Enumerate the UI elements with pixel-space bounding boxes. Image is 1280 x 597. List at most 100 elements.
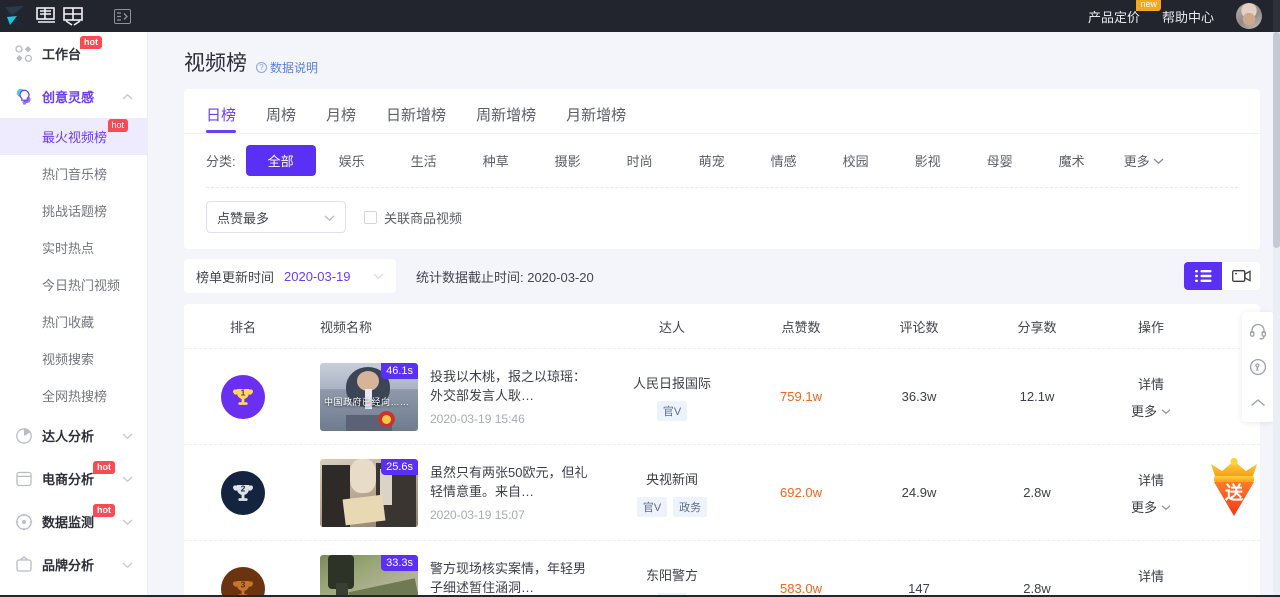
author-name[interactable]: 人民日报国际 bbox=[602, 373, 742, 392]
sidebar-collapse-icon[interactable] bbox=[110, 4, 134, 28]
wechat-qr-icon[interactable] bbox=[1247, 356, 1269, 378]
category-campus[interactable]: 校园 bbox=[820, 145, 892, 176]
video-thumbnail[interactable]: 46.1s 中国政府已经向…… bbox=[320, 363, 418, 431]
back-to-top-chevron-up-icon[interactable] bbox=[1247, 392, 1269, 414]
hot-badge: hot bbox=[80, 36, 102, 49]
video-title[interactable]: 投我以木桃，报之以琼瑶：外交部发言人耿… bbox=[430, 367, 598, 405]
sidebar-item-today-hot-video[interactable]: 今日热门视频 bbox=[0, 266, 147, 303]
video-title[interactable]: 虽然只有两张50欧元，但礼轻情意重。来自… bbox=[430, 463, 598, 501]
chevron-down-icon bbox=[373, 267, 384, 285]
sidebar-item-data-monitoring[interactable]: 数据监测 hot bbox=[0, 500, 147, 543]
category-life[interactable]: 生活 bbox=[388, 145, 460, 176]
column-header-ops: 操作 bbox=[1096, 317, 1206, 336]
more-dropdown[interactable]: 更多 bbox=[1131, 497, 1171, 516]
rank-update-date-select[interactable]: 榜单更新时间 2020-03-19 bbox=[184, 259, 396, 293]
category-film[interactable]: 影视 bbox=[892, 145, 964, 176]
sidebar-item-realtime-hotspot[interactable]: 实时热点 bbox=[0, 229, 147, 266]
sidebar-item-brand-analysis[interactable]: 品牌分析 bbox=[0, 543, 147, 586]
sidebar-item-workbench[interactable]: 工作台 hot bbox=[0, 32, 147, 75]
view-mode-toggle bbox=[1184, 262, 1260, 290]
user-avatar[interactable] bbox=[1236, 3, 1262, 29]
video-thumbnail[interactable]: 33.3s bbox=[320, 555, 418, 597]
tab-monthly[interactable]: 月榜 bbox=[326, 104, 356, 133]
chevron-down-icon bbox=[1161, 499, 1171, 514]
sidebar-item-video-search-label: 视频搜索 bbox=[42, 349, 94, 368]
category-fashion[interactable]: 时尚 bbox=[604, 145, 676, 176]
video-thumbnail[interactable]: 25.6s bbox=[320, 459, 418, 527]
author-name[interactable]: 东阳警方 bbox=[602, 565, 742, 584]
logo-mark-icon bbox=[4, 5, 30, 27]
category-zhongcao[interactable]: 种草 bbox=[460, 145, 532, 176]
category-mother-baby[interactable]: 母婴 bbox=[964, 145, 1036, 176]
category-filter-row: 分类: 全部 娱乐 生活 种草 摄影 时尚 萌宠 情感 校园 影视 母婴 魔术 … bbox=[184, 134, 1260, 187]
sidebar-item-influencer-analysis[interactable]: 达人分析 bbox=[0, 414, 147, 457]
author-cell: 央视新闻 官V 政务 bbox=[602, 469, 742, 517]
tab-daily[interactable]: 日榜 bbox=[206, 104, 236, 133]
hot-badge: hot bbox=[93, 504, 115, 517]
chevron-down-icon bbox=[122, 513, 133, 531]
tab-weekly[interactable]: 周榜 bbox=[266, 104, 296, 133]
shares-value: 2.8w bbox=[1023, 485, 1050, 500]
sidebar-item-influencer-analysis-label: 达人分析 bbox=[42, 426, 94, 445]
category-emotion[interactable]: 情感 bbox=[748, 145, 820, 176]
scrollbar-top-cap bbox=[1273, 0, 1280, 32]
video-meta: 投我以木桃，报之以琼瑶：外交部发言人耿… 2020-03-19 15:46 bbox=[430, 367, 598, 426]
logo-wordmark-icon bbox=[34, 5, 92, 27]
author-name[interactable]: 央视新闻 bbox=[602, 469, 742, 488]
top-link-help[interactable]: 帮助中心 bbox=[1162, 7, 1214, 26]
rank-badge-icon: 1 bbox=[221, 375, 265, 419]
category-more-button[interactable]: 更多 bbox=[1108, 145, 1180, 176]
lightbulb-icon bbox=[14, 87, 34, 107]
logo[interactable] bbox=[0, 5, 92, 27]
sidebar-item-inspiration[interactable]: 创意灵感 bbox=[0, 75, 147, 118]
linked-product-video-checkbox[interactable]: 关联商品视频 bbox=[364, 208, 462, 227]
detail-link[interactable]: 详情 bbox=[1138, 566, 1164, 585]
comments-cell: 24.9w bbox=[860, 484, 978, 502]
sidebar-item-video-search[interactable]: 视频搜索 bbox=[0, 340, 147, 377]
list-view-icon[interactable] bbox=[1184, 262, 1222, 290]
sidebar-item-web-hot-search-rank[interactable]: 全网热搜榜 bbox=[0, 377, 147, 414]
headset-service-icon[interactable] bbox=[1247, 320, 1269, 342]
tab-monthly-growth[interactable]: 月新增榜 bbox=[566, 104, 626, 133]
detail-link[interactable]: 详情 bbox=[1138, 470, 1164, 489]
sidebar-item-hot-favorites-label: 热门收藏 bbox=[42, 312, 94, 331]
promo-label: 送 bbox=[1224, 482, 1244, 503]
tab-daily-growth[interactable]: 日新增榜 bbox=[386, 104, 446, 133]
shares-value: 2.8w bbox=[1023, 581, 1050, 596]
data-note-link[interactable]: ? 数据说明 bbox=[256, 59, 318, 76]
rank-badge-icon: 2 bbox=[221, 471, 265, 515]
sidebar-item-ecommerce-analysis[interactable]: 电商分析 hot bbox=[0, 457, 147, 500]
category-entertainment[interactable]: 娱乐 bbox=[316, 145, 388, 176]
comments-value: 147 bbox=[908, 581, 930, 596]
table-row: 3 33.3s 警方现场核实案情，年轻男子细述暂住涵洞… 2020-03- bbox=[184, 540, 1260, 597]
category-magic[interactable]: 魔术 bbox=[1036, 145, 1108, 176]
category-label: 分类: bbox=[206, 151, 236, 170]
comments-cell: 36.3w bbox=[860, 388, 978, 406]
sort-select-value: 点赞最多 bbox=[217, 208, 269, 227]
scrollbar-thumb[interactable] bbox=[1273, 32, 1280, 248]
video-cell: 46.1s 中国政府已经向…… 投我以木桃，报之以琼瑶：外交部发言人耿… 202… bbox=[302, 363, 602, 431]
sidebar-item-ecommerce-analysis-label: 电商分析 hot bbox=[42, 469, 94, 488]
category-more-label: 更多 bbox=[1124, 151, 1150, 170]
tab-weekly-growth[interactable]: 周新增榜 bbox=[476, 104, 536, 133]
video-card-view-icon[interactable] bbox=[1222, 262, 1260, 290]
sidebar-item-hot-music-rank[interactable]: 热门音乐榜 bbox=[0, 155, 147, 192]
filter-card: 日榜 周榜 月榜 日新增榜 周新增榜 月新增榜 分类: 全部 娱乐 生活 种草 … bbox=[184, 89, 1260, 249]
detail-link[interactable]: 详情 bbox=[1138, 374, 1164, 393]
more-dropdown[interactable]: 更多 bbox=[1131, 401, 1171, 420]
sidebar-item-hot-video-rank[interactable]: 最火视频榜 hot bbox=[0, 118, 147, 155]
page-scrollbar[interactable] bbox=[1273, 32, 1280, 597]
author-cell: 东阳警方 官V bbox=[602, 565, 742, 597]
sidebar-item-hot-favorites[interactable]: 热门收藏 bbox=[0, 303, 147, 340]
video-title[interactable]: 警方现场核实案情，年轻男子细述暂住涵洞… bbox=[430, 559, 598, 597]
top-navigation-bar: 产品定价 new 帮助中心 bbox=[0, 0, 1280, 32]
sort-select[interactable]: 点赞最多 bbox=[206, 201, 346, 233]
crown-gift-icon[interactable]: 送 bbox=[1206, 458, 1262, 520]
sidebar-item-hot-video-rank-label: 最火视频榜 hot bbox=[42, 127, 107, 146]
top-link-pricing[interactable]: 产品定价 new bbox=[1088, 7, 1140, 26]
category-all[interactable]: 全部 bbox=[246, 145, 316, 176]
category-pets[interactable]: 萌宠 bbox=[676, 145, 748, 176]
sidebar-item-challenge-topic-rank[interactable]: 挑战话题榜 bbox=[0, 192, 147, 229]
category-photography[interactable]: 摄影 bbox=[532, 145, 604, 176]
hot-badge: hot bbox=[108, 119, 129, 132]
